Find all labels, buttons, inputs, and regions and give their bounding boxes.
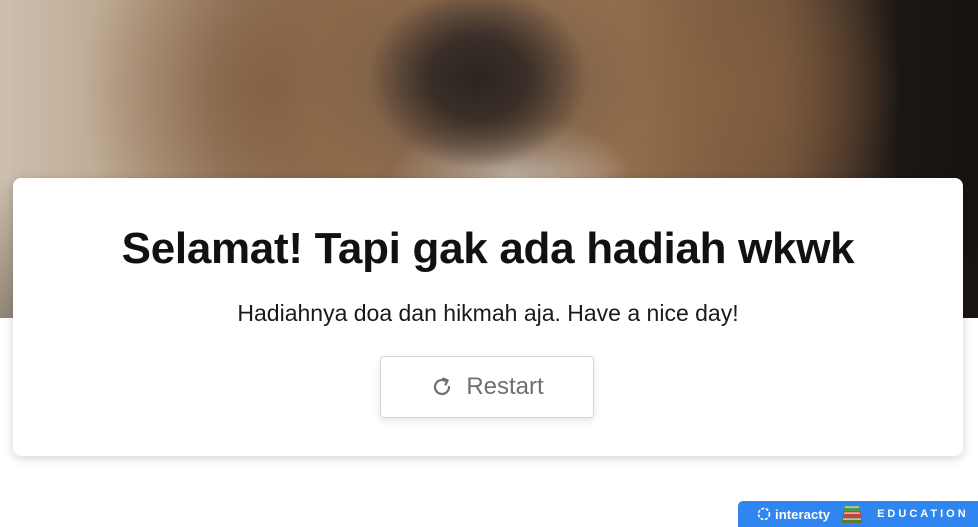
result-title: Selamat! Tapi gak ada hadiah wkwk xyxy=(121,224,855,273)
result-subtitle: Hadiahnya doa dan hikmah aja. Have a nic… xyxy=(237,300,739,326)
interacty-logo-icon xyxy=(757,507,771,521)
badge-category: EDUCATION xyxy=(877,508,969,520)
interacty-education-badge[interactable]: interacty EDUCATION xyxy=(738,501,978,527)
restart-button[interactable]: Restart xyxy=(380,356,594,418)
restart-label: Restart xyxy=(466,373,544,400)
badge-brand: interacty xyxy=(775,506,831,522)
restart-icon xyxy=(430,375,454,399)
result-card: Selamat! Tapi gak ada hadiah wkwk Hadiah… xyxy=(13,178,963,456)
books-icon xyxy=(839,503,865,525)
quiz-result-screen: Selamat! Tapi gak ada hadiah wkwk Hadiah… xyxy=(0,0,978,527)
